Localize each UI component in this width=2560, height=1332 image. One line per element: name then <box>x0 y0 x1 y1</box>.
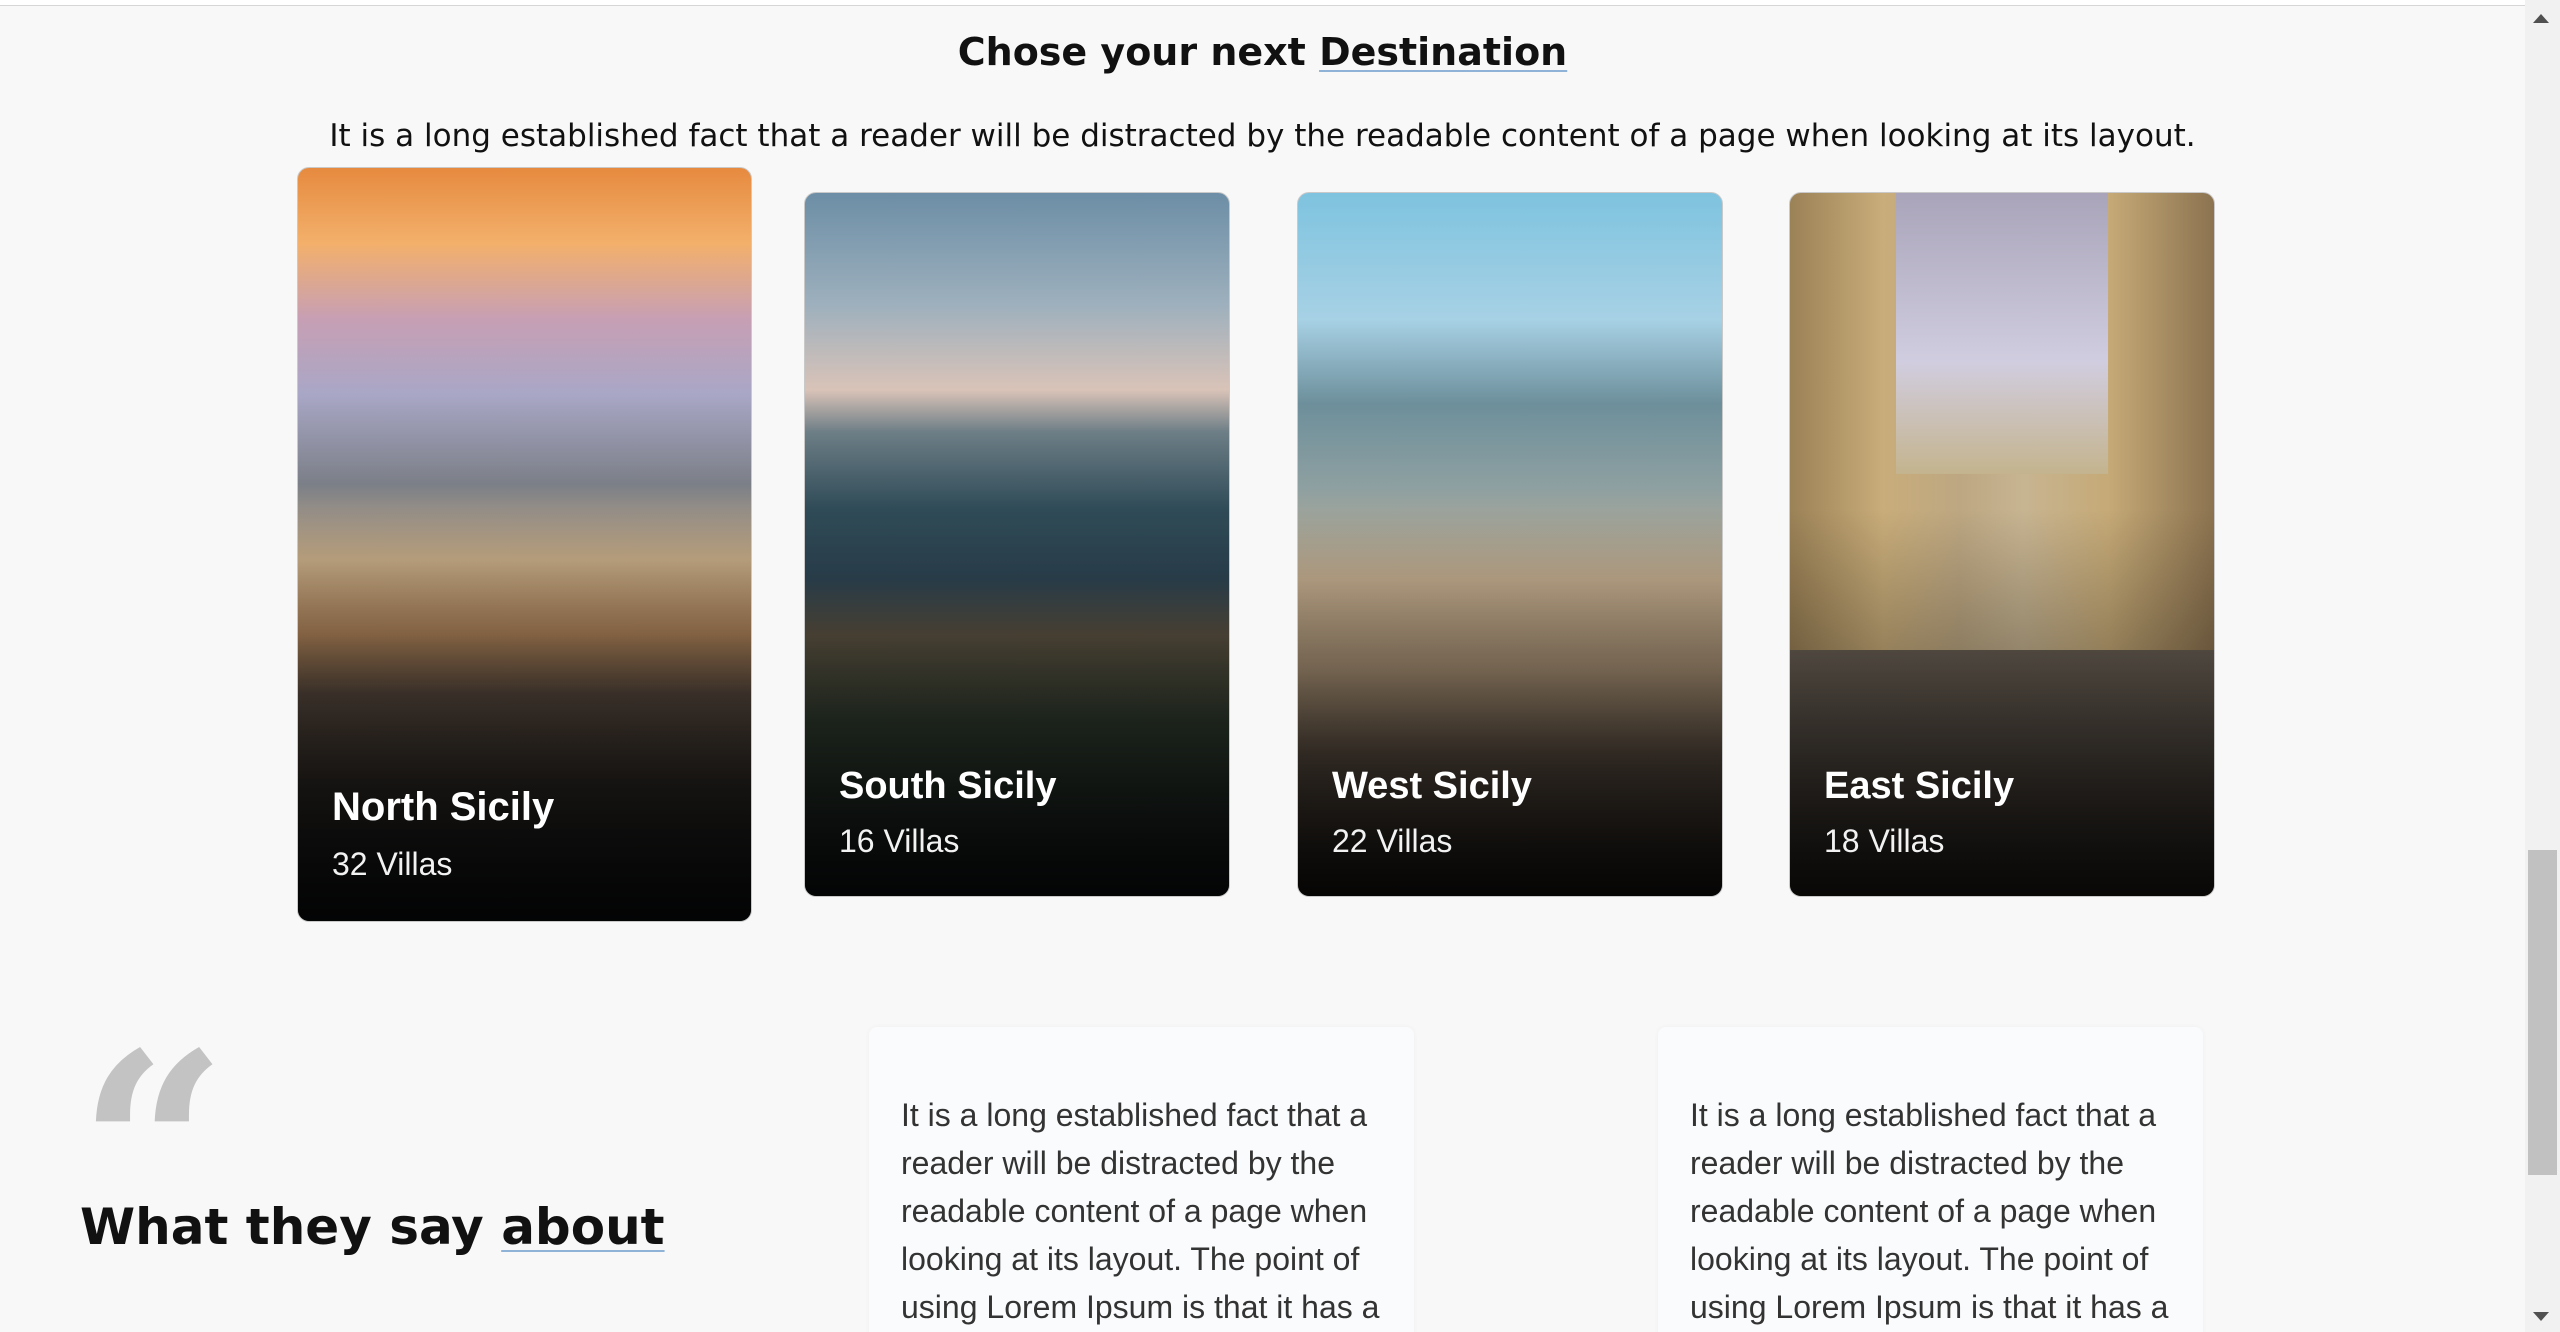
destination-card-south-sicily[interactable]: South Sicily 16 Villas <box>804 192 1230 897</box>
card-title: West Sicily <box>1332 765 1532 807</box>
testimonial-text: It is a long established fact that a rea… <box>1690 1097 2169 1325</box>
destination-card-north-sicily[interactable]: North Sicily 32 Villas <box>297 167 752 922</box>
testimonials-heading: What they say about <box>80 1198 665 1256</box>
card-title: South Sicily <box>839 765 1057 807</box>
card-title: East Sicily <box>1824 765 2015 807</box>
scroll-down-arrow-icon[interactable] <box>2533 1312 2549 1321</box>
scrollbar-thumb[interactable] <box>2528 850 2557 1175</box>
card-villa-count: 22 Villas <box>1332 823 1453 859</box>
card-villa-count: 16 Villas <box>839 823 960 859</box>
card-villa-count: 18 Villas <box>1824 823 1945 859</box>
destinations-title: Chose your next Destination <box>0 30 2525 74</box>
testimonial-card: It is a long established fact that a rea… <box>869 1027 1414 1332</box>
testimonials-heading-prefix: What they say <box>80 1198 484 1256</box>
card-villa-count: 32 Villas <box>332 846 453 882</box>
card-title: North Sicily <box>332 785 555 829</box>
destinations-subtitle: It is a long established fact that a rea… <box>329 118 2196 154</box>
destinations-title-link[interactable]: Destination <box>1319 30 1567 74</box>
top-divider <box>0 0 2525 6</box>
destination-card-east-sicily[interactable]: East Sicily 18 Villas <box>1789 192 2215 897</box>
destinations-title-prefix: Chose your next <box>957 30 1306 74</box>
destination-card-west-sicily[interactable]: West Sicily 22 Villas <box>1297 192 1723 897</box>
testimonial-text: It is a long established fact that a rea… <box>901 1097 1380 1325</box>
testimonials-heading-link[interactable]: about <box>501 1198 664 1256</box>
page: Chose your next Destination It is a long… <box>0 0 2560 1332</box>
card-image-sky <box>1896 193 2108 475</box>
quote-icon: “ <box>78 1020 228 1160</box>
testimonial-card: It is a long established fact that a rea… <box>1658 1027 2203 1332</box>
scroll-up-arrow-icon[interactable] <box>2533 14 2549 23</box>
